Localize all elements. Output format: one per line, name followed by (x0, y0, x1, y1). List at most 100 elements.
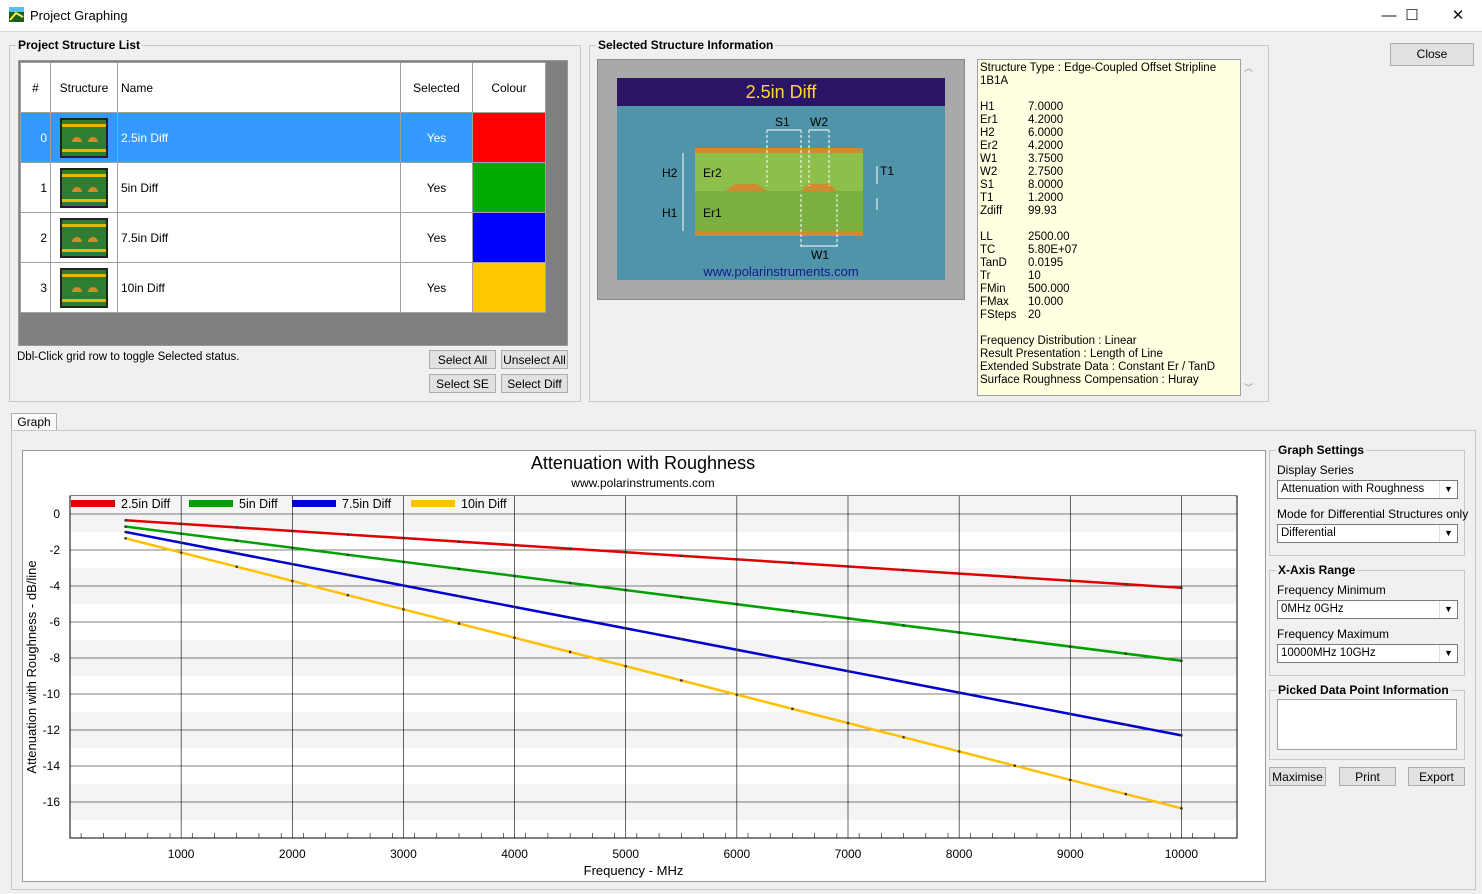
x-tick-label: 10000 (1165, 847, 1199, 861)
series-1-point (1013, 575, 1017, 579)
series-2-point (1068, 645, 1072, 648)
info-scrollbar[interactable]: ︿ ﹀ (1241, 59, 1257, 396)
series-4-point (457, 622, 461, 625)
series-3-point (457, 594, 461, 598)
row-colour-swatch[interactable] (472, 262, 546, 313)
legend-label-4: 10in Diff (461, 497, 507, 511)
close-button[interactable]: Close (1390, 43, 1474, 66)
structure-grid[interactable]: # Structure Name Selected Colour 0 2.5in… (18, 60, 568, 346)
series-1-point (902, 568, 905, 572)
series-1-point (124, 519, 127, 522)
chevron-down-icon[interactable]: ▼ (1439, 481, 1457, 498)
series-4-point (1180, 807, 1183, 810)
print-button[interactable]: Print (1339, 767, 1396, 786)
fmax-select[interactable]: 10000MHz 10GHz ▼ (1277, 644, 1458, 663)
series-3-point (290, 562, 294, 566)
series-1-point (346, 533, 350, 536)
display-series-select[interactable]: Attenuation with Roughness ▼ (1277, 480, 1458, 499)
label-h1: H1 (662, 206, 678, 220)
legend-swatch-4 (411, 500, 455, 507)
param-row: H1 7.0000 (980, 101, 1064, 113)
chevron-down-icon[interactable]: ▼ (1439, 645, 1457, 662)
mode-select[interactable]: Differential ▼ (1277, 524, 1458, 543)
series-2-point (791, 609, 794, 613)
series-1-point (235, 526, 239, 529)
x-tick-label: 2000 (279, 847, 306, 861)
structure-table: # Structure Name Selected Colour 0 2.5in… (20, 62, 546, 313)
row-selected: Yes (400, 212, 473, 263)
structure-thumbnail (50, 262, 118, 313)
param-row: Er1 4.2000 (980, 114, 1064, 126)
series-3-point (902, 680, 905, 684)
export-button[interactable]: Export (1408, 767, 1465, 786)
series-3-point (179, 541, 183, 545)
select-diff-button[interactable]: Select Diff (501, 374, 568, 393)
series-3-point (1124, 723, 1128, 726)
scroll-down-icon[interactable]: ﹀ (1244, 381, 1253, 394)
x-axis-label: Frequency - MHz (584, 863, 684, 878)
y-tick-label: -12 (43, 723, 61, 737)
series-1-point (1180, 586, 1183, 590)
note-line: Surface Roughness Compensation : Huray (980, 374, 1199, 386)
series-3-point (124, 530, 127, 534)
series-4-point (735, 693, 739, 696)
series-4-point (346, 593, 350, 597)
select-se-button[interactable]: Select SE (429, 374, 496, 393)
label-er2: Er2 (703, 166, 722, 180)
row-index: 0 (20, 112, 51, 163)
series-2-point (235, 539, 239, 543)
row-selected: Yes (400, 262, 473, 313)
attenuation-chart[interactable]: 1000 2000 3000 4000 5000 6000 7000 8000 9000 1000… (23, 451, 1265, 881)
y-tick-label: -2 (49, 543, 60, 557)
series-2-point (624, 588, 628, 592)
series-2-point (179, 532, 183, 535)
y-tick-label: 0 (53, 507, 60, 521)
structure-thumbnail (50, 212, 118, 263)
legend-label-3: 7.5in Diff (342, 497, 392, 511)
param-row: W1 3.7500 (980, 153, 1064, 165)
scroll-up-icon[interactable]: ︿ (1244, 61, 1253, 74)
structure-type: Structure Type : Edge-Coupled Offset Str… (980, 62, 1217, 87)
display-series-label: Display Series (1277, 463, 1354, 477)
series-4-point (1013, 764, 1017, 767)
series-3-point (568, 616, 572, 619)
series-2-point (957, 631, 961, 634)
series-1-point (457, 540, 461, 543)
maximise-button[interactable]: Maximise (1269, 767, 1326, 786)
series-2-point (1013, 638, 1017, 641)
table-row[interactable]: 0 2.5in Diff Yes (20, 112, 546, 163)
series-4-point (846, 721, 850, 725)
cross-section-diagram (682, 129, 878, 248)
maximize-button[interactable]: ☐ (1389, 0, 1435, 31)
row-colour-swatch[interactable] (472, 112, 546, 163)
row-name: 7.5in Diff (117, 212, 401, 263)
table-row[interactable]: 1 5in Diff Yes (20, 162, 546, 213)
structure-diagram: 2.5in Diff S1 W2 H2 Er2 T1 H1 Er1 W1 www… (617, 78, 945, 280)
structure-info-label: Selected Structure Information (596, 38, 776, 52)
series-1-point (735, 558, 739, 561)
x-tick-label: 6000 (724, 847, 751, 861)
param-row: Zdiff 99.93 (980, 205, 1057, 217)
row-colour-swatch[interactable] (472, 162, 546, 213)
series-4-point (513, 636, 516, 640)
x-tick-label: 3000 (390, 847, 417, 861)
select-all-button[interactable]: Select All (429, 350, 496, 369)
col-selected-header: Selected (400, 62, 473, 113)
fmin-select[interactable]: 0MHz 0GHz ▼ (1277, 600, 1458, 619)
series-3-point (791, 659, 794, 662)
unselect-all-button[interactable]: Unselect All (501, 350, 568, 369)
fmin-value: 0MHz 0GHz (1281, 603, 1344, 615)
row-index: 1 (20, 162, 51, 213)
chevron-down-icon[interactable]: ▼ (1439, 525, 1457, 542)
x-tick-label: 9000 (1057, 847, 1084, 861)
table-row[interactable]: 3 10in Diff Yes (20, 262, 546, 313)
window-close-button[interactable]: ✕ (1435, 0, 1481, 31)
param-row: Er2 4.2000 (980, 140, 1064, 152)
chevron-down-icon[interactable]: ▼ (1439, 601, 1457, 618)
tab-graph[interactable]: Graph (11, 413, 57, 431)
row-colour-swatch[interactable] (472, 212, 546, 263)
param-row: T1 1.2000 (980, 192, 1064, 204)
x-tick-label: 5000 (612, 847, 639, 861)
series-3-point (735, 648, 739, 652)
table-row[interactable]: 2 7.5in Diff Yes (20, 212, 546, 263)
